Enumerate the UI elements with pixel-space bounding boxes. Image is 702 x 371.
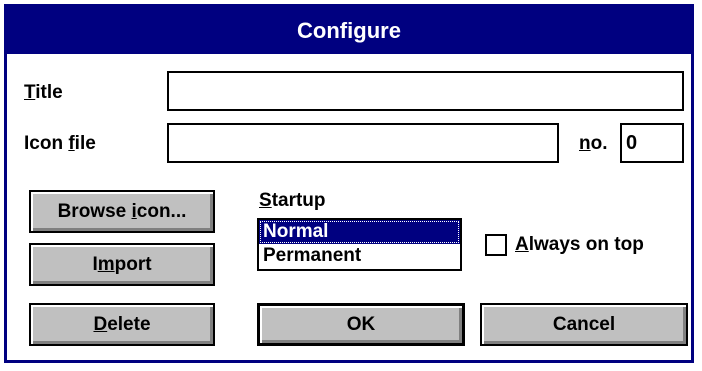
import-button[interactable]: Im port	[29, 243, 215, 286]
cancel-button[interactable]: Cancel	[480, 303, 688, 346]
startup-option-normal[interactable]: Normal	[259, 220, 460, 244]
title-label: Title	[24, 82, 63, 103]
startup-option-permanent[interactable]: Permanent	[259, 244, 460, 268]
configure-dialog: Configure Title Icon file no. 0 Browse i…	[4, 4, 694, 363]
icon-number-input[interactable]: 0	[620, 123, 684, 163]
startup-label: Startup	[259, 190, 326, 211]
always-on-top-label[interactable]: Always on top	[515, 234, 644, 256]
dialog-title: Configure	[297, 17, 401, 43]
icon-number-value: 0	[626, 131, 638, 154]
icon-file-input[interactable]	[167, 123, 559, 163]
icon-file-label: Icon file	[24, 133, 96, 154]
dialog-titlebar[interactable]: Configure	[7, 7, 691, 54]
title-input[interactable]	[167, 71, 684, 111]
ok-button[interactable]: OK	[257, 303, 465, 346]
browse-icon-button[interactable]: Browse i con...	[29, 190, 215, 233]
icon-number-label: no.	[579, 133, 608, 154]
startup-listbox[interactable]: Normal Permanent	[257, 218, 462, 271]
always-on-top-checkbox[interactable]	[485, 234, 507, 256]
delete-button[interactable]: Delete	[29, 303, 215, 346]
